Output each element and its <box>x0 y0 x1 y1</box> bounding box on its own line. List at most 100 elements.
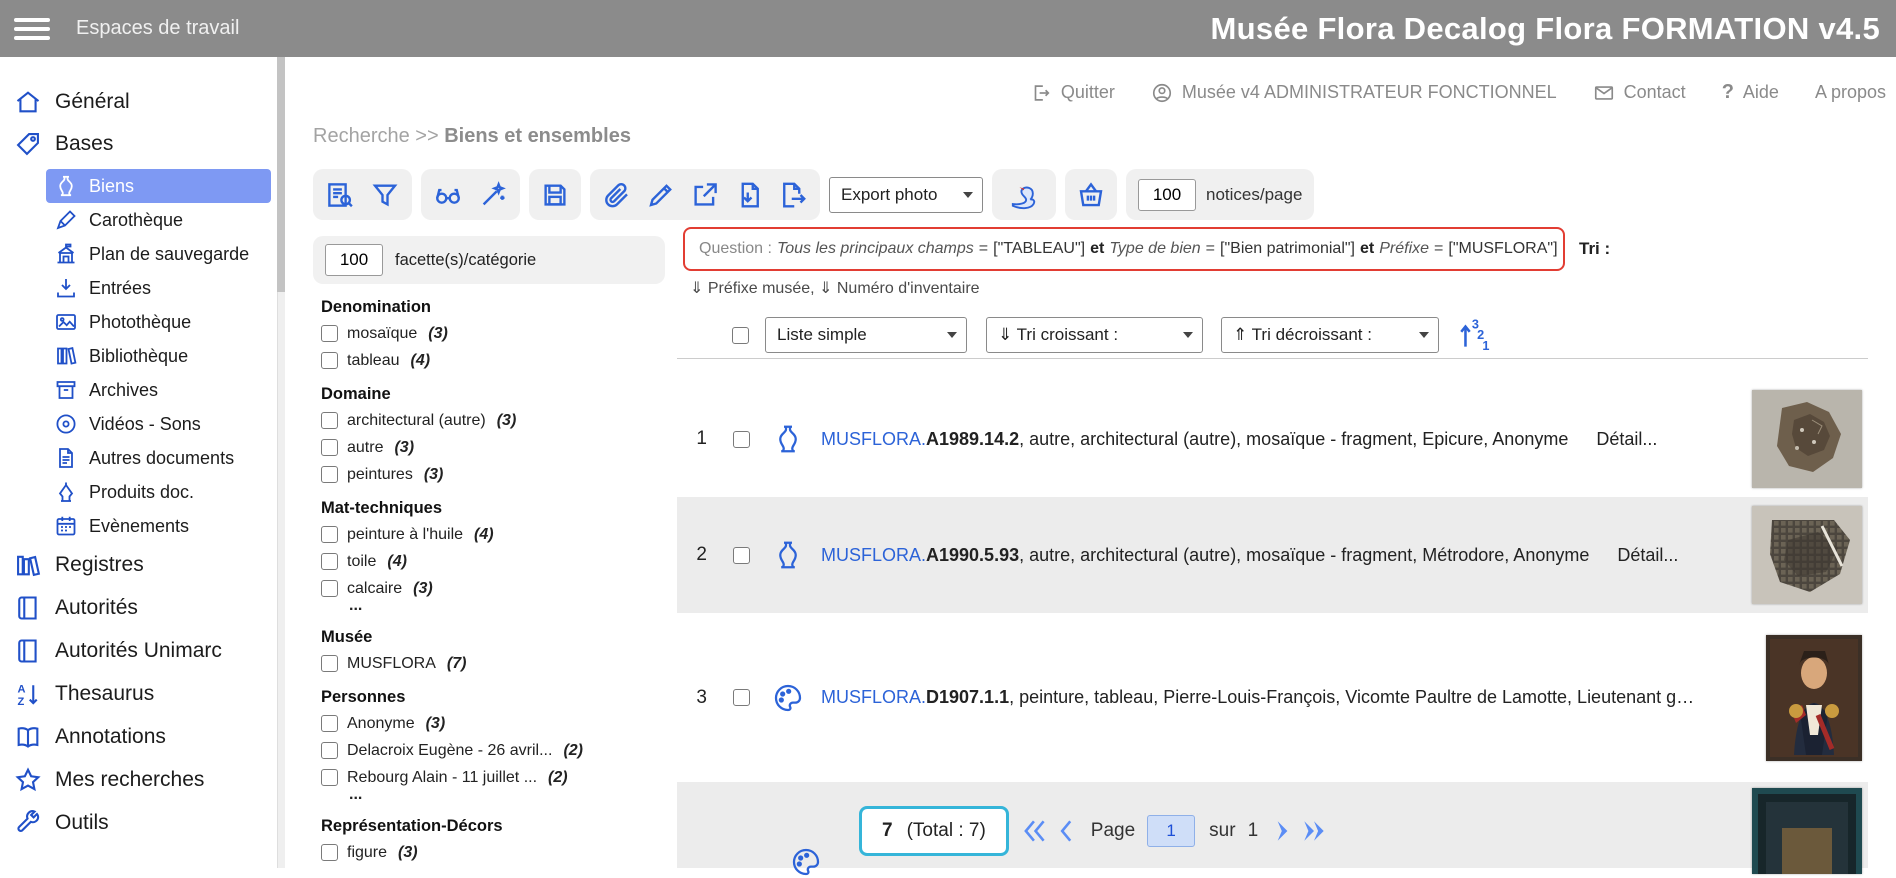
page-input[interactable] <box>1147 815 1195 847</box>
result-thumbnail[interactable] <box>1766 635 1862 761</box>
row-checkbox[interactable] <box>733 547 750 564</box>
bases-submenu: Biens Carothèque Plan de sauvegarde Entr… <box>0 169 285 543</box>
sort-ascending-select[interactable]: ⇓ Tri croissant : <box>986 317 1203 353</box>
basket-button[interactable] <box>1076 180 1106 210</box>
result-row[interactable]: 3 MUSFLORA.D1907.1.1, peinture, tableau,… <box>677 613 1868 782</box>
result-thumbnail[interactable] <box>1752 390 1862 488</box>
file-export-button[interactable] <box>778 180 808 210</box>
hamburger-menu-icon[interactable] <box>14 13 50 45</box>
facet-checkbox[interactable] <box>321 352 338 369</box>
facet-checkbox[interactable] <box>321 769 338 786</box>
facet-checkbox[interactable] <box>321 580 338 597</box>
book-icon <box>14 594 42 622</box>
sidebar-item-autorites[interactable]: Autorités <box>0 586 285 629</box>
sidebar-item-outils[interactable]: Outils <box>0 801 285 844</box>
paperclip-button[interactable] <box>602 180 632 210</box>
book-icon <box>14 637 42 665</box>
app-title: Musée Flora Decalog Flora FORMATION v4.5 <box>1211 11 1880 47</box>
filter-button[interactable] <box>370 180 400 210</box>
row-checkbox[interactable] <box>733 431 750 448</box>
sidebar-item-evenements[interactable]: Evènements <box>46 509 271 543</box>
next-page-icon[interactable] <box>1268 817 1296 845</box>
sidebar-item-plan-de-sauvegarde[interactable]: Plan de sauvegarde <box>46 237 271 271</box>
sidebar-item-archives[interactable]: Archives <box>46 373 271 407</box>
sidebar-item-carotheque[interactable]: Carothèque <box>46 203 271 237</box>
record-link[interactable]: MUSFLORA. <box>821 545 926 565</box>
facet-label: Delacroix Eugène - 26 avril... <box>347 742 552 760</box>
glasses-button[interactable] <box>433 180 463 210</box>
sidebar-item-phototheque[interactable]: Photothèque <box>46 305 271 339</box>
breadcrumb-section[interactable]: Recherche >> <box>313 125 439 147</box>
facet-label: figure <box>347 844 387 862</box>
sidebar-item-entrees[interactable]: Entrées <box>46 271 271 305</box>
sidebar-scrollbar[interactable] <box>277 57 285 868</box>
facet-checkbox[interactable] <box>321 655 338 672</box>
help-button[interactable]: ? Aide <box>1722 81 1779 104</box>
sidebar-item-mes-recherches[interactable]: Mes recherches <box>0 758 285 801</box>
sort-descending-select[interactable]: ⇑ Tri décroissant : <box>1221 317 1439 353</box>
sidebar-item-thesaurus[interactable]: AZ Thesaurus <box>0 672 285 715</box>
facets-count-input[interactable] <box>325 244 383 276</box>
display-mode-select[interactable]: Liste simple <box>765 317 967 353</box>
record-link[interactable]: MUSFLORA. <box>821 687 926 707</box>
about-button[interactable]: A propos <box>1815 82 1886 103</box>
contact-button[interactable]: Contact <box>1593 82 1686 104</box>
sidebar-item-label: Général <box>55 90 130 114</box>
facet-more-link[interactable]: ... <box>349 790 665 803</box>
magic-wand-button[interactable] <box>478 180 508 210</box>
quit-button[interactable]: Quitter <box>1030 82 1115 104</box>
sidebar-item-autres-documents[interactable]: Autres documents <box>46 441 271 475</box>
facet-checkbox[interactable] <box>321 742 338 759</box>
facet-checkbox[interactable] <box>321 526 338 543</box>
user-menu[interactable]: Musée v4 ADMINISTRATEUR FONCTIONNEL <box>1151 82 1557 104</box>
facet-checkbox[interactable] <box>321 844 338 861</box>
sidebar-item-annotations[interactable]: Annotations <box>0 715 285 758</box>
sort-criteria[interactable]: ⇓ Préfixe musée, ⇓ Numéro d'inventaire <box>690 278 980 298</box>
sidebar-item-label: Biens <box>89 176 134 197</box>
facet-more-link[interactable]: ... <box>349 601 665 614</box>
result-row[interactable]: 1 MUSFLORA.A1989.14.2, autre, architectu… <box>677 381 1868 497</box>
sidebar-item-biens[interactable]: Biens <box>46 169 271 203</box>
sidebar-item-bases[interactable]: Bases <box>0 123 285 165</box>
facet-item: autre(3) <box>321 437 665 458</box>
facet-group-title: Représentation-Décors <box>321 817 665 836</box>
save-button[interactable] <box>540 180 570 210</box>
result-thumbnail[interactable] <box>1752 788 1862 874</box>
calendar-icon <box>54 514 78 538</box>
facets-header: facette(s)/catégorie <box>313 236 665 284</box>
first-page-icon[interactable] <box>1021 817 1049 845</box>
sidebar-item-produits-doc[interactable]: Produits doc. <box>46 475 271 509</box>
facet-checkbox[interactable] <box>321 412 338 429</box>
record-link[interactable]: MUSFLORA. <box>821 429 926 449</box>
wrench-icon <box>14 809 42 837</box>
pencil-button[interactable] <box>646 180 676 210</box>
facet-checkbox[interactable] <box>321 466 338 483</box>
prev-page-icon[interactable] <box>1053 817 1081 845</box>
sidebar-item-autorites-unimarc[interactable]: Autorités Unimarc <box>0 629 285 672</box>
detail-link[interactable]: Détail... <box>1596 429 1657 449</box>
facet-checkbox[interactable] <box>321 553 338 570</box>
facet-checkbox[interactable] <box>321 325 338 342</box>
facet-checkbox[interactable] <box>321 715 338 732</box>
export-photo-select[interactable]: Export photo <box>829 177 983 213</box>
sidebar-item-registres[interactable]: Registres <box>0 543 285 586</box>
last-page-icon[interactable] <box>1300 817 1328 845</box>
facet-group-title: Musée <box>321 628 665 647</box>
sidebar-item-general[interactable]: Général <box>0 81 285 123</box>
sidebar-item-bibliotheque[interactable]: Bibliothèque <box>46 339 271 373</box>
facet-checkbox[interactable] <box>321 439 338 456</box>
select-all-checkbox[interactable] <box>732 327 749 344</box>
detail-link[interactable]: Détail... <box>1617 545 1678 565</box>
external-link-button[interactable] <box>690 180 720 210</box>
sort-321-button[interactable]: 321 <box>1457 317 1493 353</box>
result-row[interactable]: 2 MUSFLORA.A1990.5.93, autre, architectu… <box>677 497 1868 613</box>
notices-per-page-input[interactable] <box>1138 179 1196 211</box>
row-checkbox[interactable] <box>733 689 750 706</box>
sidebar-item-videos-sons[interactable]: Vidéos - Sons <box>46 407 271 441</box>
search-list-button[interactable] <box>325 180 355 210</box>
record-id: D1907.1.1 <box>926 687 1009 707</box>
swan-button[interactable] <box>1005 179 1043 211</box>
file-download-button[interactable] <box>734 180 764 210</box>
result-thumbnail[interactable] <box>1752 506 1862 604</box>
scrollbar-thumb[interactable] <box>277 57 285 292</box>
